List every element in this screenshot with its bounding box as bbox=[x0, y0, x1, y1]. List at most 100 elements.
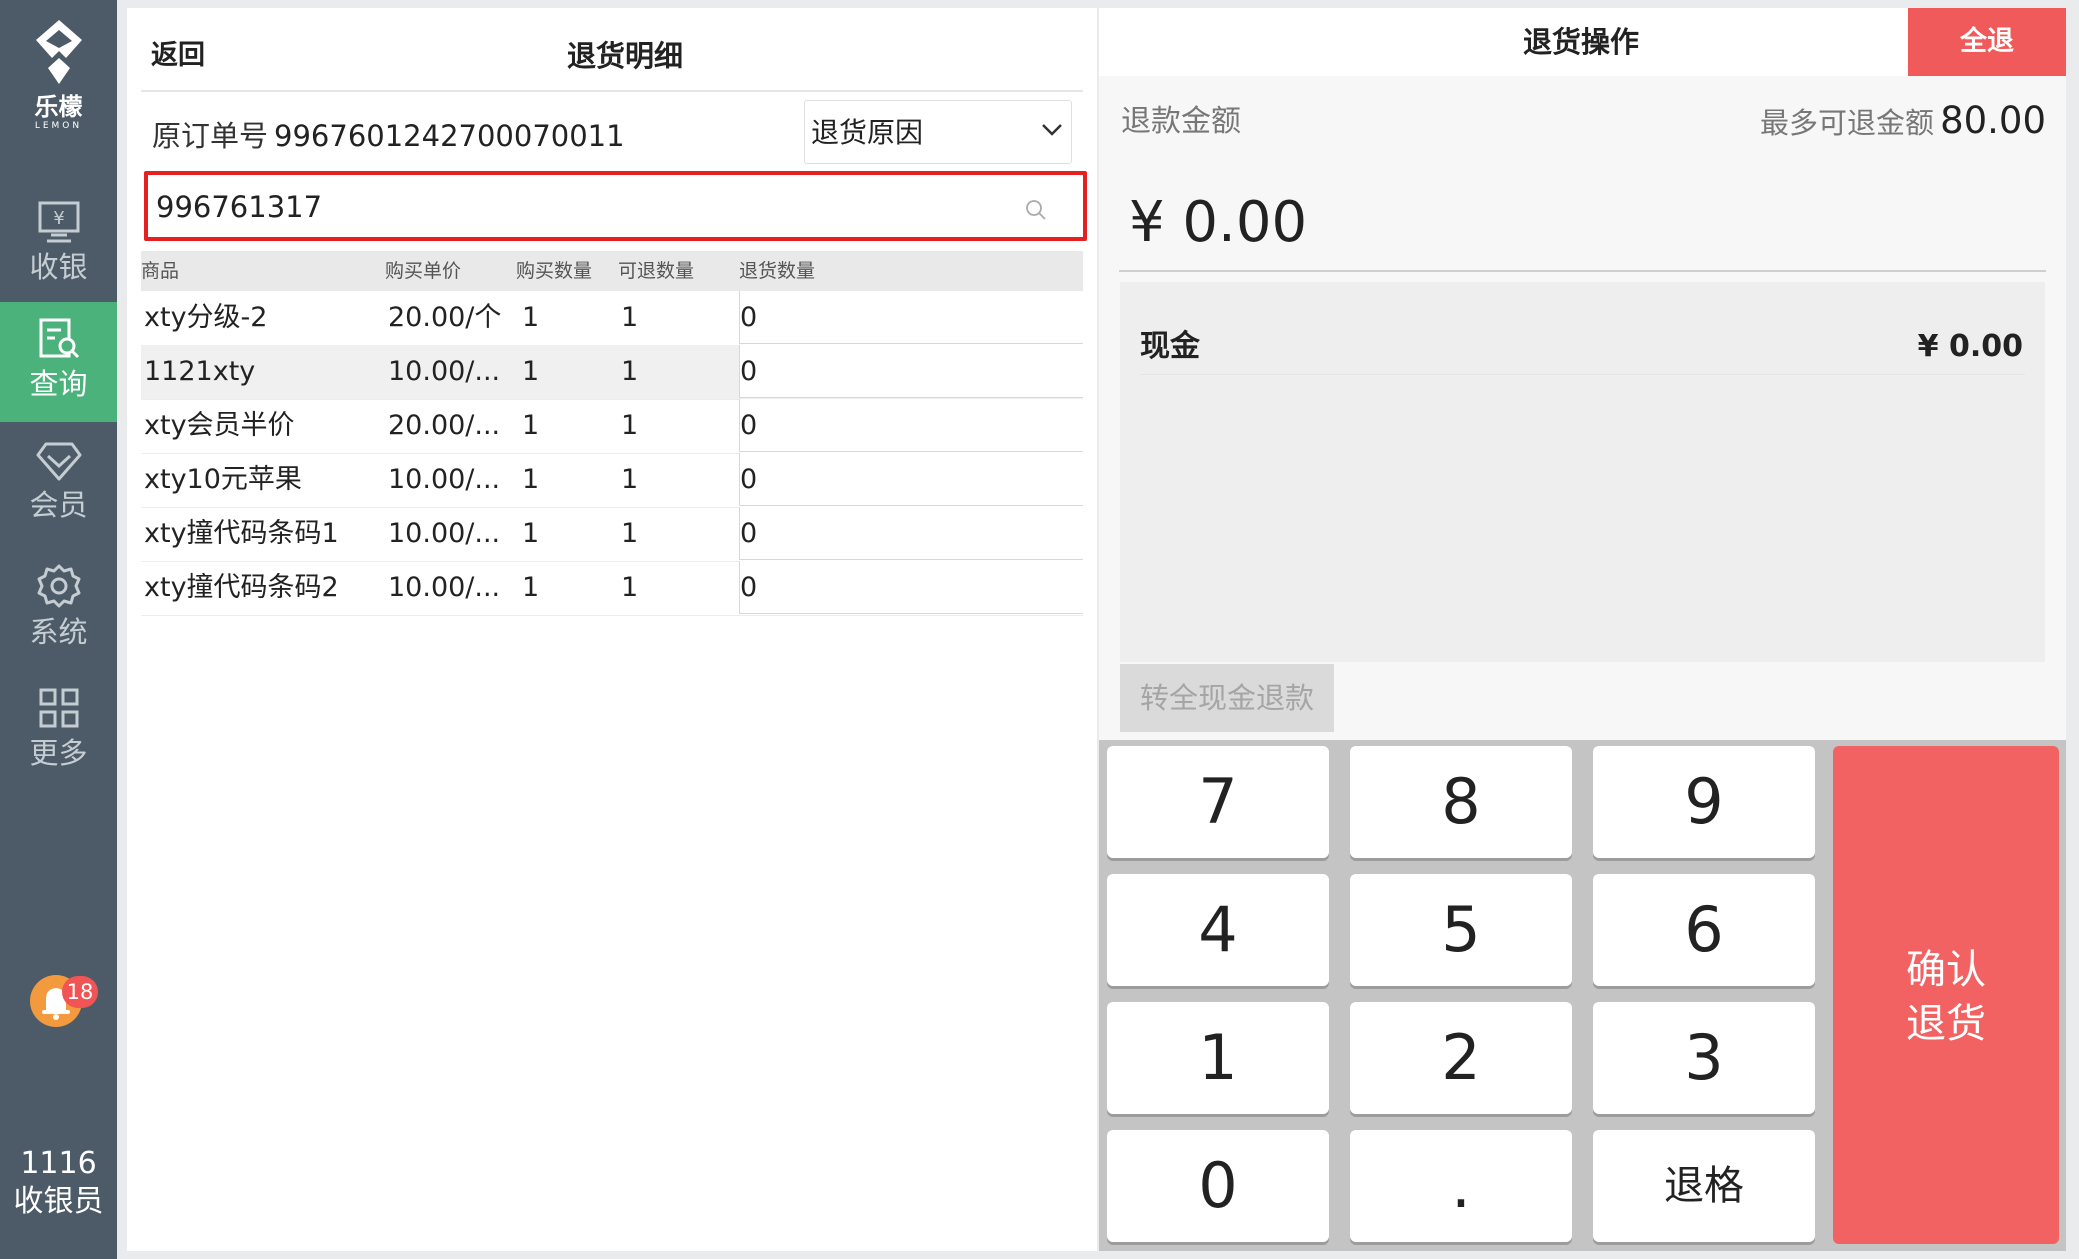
return-qty-value: 0 bbox=[740, 410, 758, 441]
column-header: 退货数量 bbox=[739, 260, 816, 282]
return-reason-select[interactable]: 退货原因 bbox=[804, 100, 1072, 164]
backspace-button[interactable]: 退格 bbox=[1593, 1130, 1815, 1242]
key-5[interactable]: 5 bbox=[1350, 874, 1572, 986]
sidebar-item-label: 查询 bbox=[29, 367, 88, 401]
search-icon[interactable] bbox=[1025, 199, 1047, 221]
bought-qty: 1 bbox=[522, 410, 540, 441]
detail-header: 返回 退货明细 bbox=[141, 22, 1083, 92]
returnable-qty: 1 bbox=[621, 356, 639, 387]
sidebar-item-query[interactable]: 查询 bbox=[0, 302, 117, 422]
original-order: 原订单号 9967601242700070011 bbox=[152, 116, 625, 156]
operation-header: 退货操作 全退 bbox=[1099, 8, 2066, 76]
sidebar-item-cashier[interactable]: ¥ 收银 bbox=[0, 185, 117, 305]
table-row[interactable]: xty10元苹果 10.00/... 1 1 0 bbox=[141, 453, 1083, 508]
sidebar-item-system[interactable]: 系统 bbox=[0, 548, 117, 668]
column-header: 可退数量 bbox=[618, 260, 695, 282]
confirm-label-line2: 退货 bbox=[1906, 1001, 1986, 1047]
key-6[interactable]: 6 bbox=[1593, 874, 1815, 986]
unit-price: 20.00/个 bbox=[388, 302, 502, 333]
key-9[interactable]: 9 bbox=[1593, 746, 1815, 858]
return-qty-value: 0 bbox=[740, 464, 758, 495]
payment-methods-list: 现金 ¥ 0.00 bbox=[1120, 282, 2045, 662]
notification-badge: 18 bbox=[62, 976, 98, 1008]
brand-logo: 乐檬 LEMON bbox=[0, 18, 117, 132]
column-header: 购买单价 bbox=[385, 260, 462, 282]
return-qty-input[interactable]: 0 bbox=[739, 453, 1083, 506]
table-row[interactable]: xty撞代码条码1 10.00/... 1 1 0 bbox=[141, 507, 1083, 562]
sidebar-item-label: 系统 bbox=[29, 615, 88, 649]
divider bbox=[1119, 270, 2046, 272]
bought-qty: 1 bbox=[522, 572, 540, 603]
key-0[interactable]: 0 bbox=[1107, 1130, 1329, 1242]
returnable-qty: 1 bbox=[621, 518, 639, 549]
cashier-id: 1116 bbox=[20, 1146, 97, 1181]
key-1[interactable]: 1 bbox=[1107, 1002, 1329, 1114]
operation-title: 退货操作 bbox=[1523, 25, 1640, 59]
confirm-label-line1: 确认 bbox=[1906, 947, 1986, 993]
product-name: xty分级-2 bbox=[144, 302, 268, 333]
return-qty-value: 0 bbox=[740, 356, 758, 387]
sidebar-item-member[interactable]: 会员 bbox=[0, 425, 117, 545]
cash-method-label: 现金 bbox=[1140, 329, 1200, 364]
returnable-qty: 1 bbox=[621, 464, 639, 495]
cash-register-icon: ¥ bbox=[38, 201, 79, 243]
key-decimal[interactable]: . bbox=[1350, 1130, 1572, 1242]
unit-price: 10.00/... bbox=[388, 464, 501, 495]
return-all-button[interactable]: 全退 bbox=[1908, 8, 2066, 76]
return-qty-input[interactable]: 0 bbox=[739, 399, 1083, 452]
gear-icon bbox=[37, 564, 80, 608]
max-refund-label: 最多可退金额 bbox=[1760, 106, 1935, 140]
table-header: 商品 购买单价 购买数量 可退数量 退货数量 bbox=[141, 251, 1083, 291]
back-button[interactable]: 返回 bbox=[151, 36, 205, 76]
numeric-keypad: 7 8 9 4 5 6 1 2 3 0 . 退格 确认 退货 bbox=[1099, 740, 2066, 1251]
key-8[interactable]: 8 bbox=[1350, 746, 1572, 858]
unit-price: 10.00/... bbox=[388, 356, 501, 387]
bought-qty: 1 bbox=[522, 518, 540, 549]
brand-subtitle: LEMON bbox=[34, 121, 83, 131]
cash-method-amount: ¥ 0.00 bbox=[1917, 329, 2023, 364]
return-detail-panel: 返回 退货明细 原订单号 9967601242700070011 退货原因 996… bbox=[127, 8, 1097, 1251]
return-qty-input[interactable]: 0 bbox=[739, 291, 1083, 344]
max-refund: 最多可退金额 80.00 bbox=[1760, 100, 2046, 144]
returnable-qty: 1 bbox=[621, 572, 639, 603]
sidebar-item-label: 会员 bbox=[29, 488, 88, 522]
return-qty-input[interactable]: 0 bbox=[739, 507, 1083, 560]
table-row[interactable]: 1121xty 10.00/... 1 1 0 bbox=[141, 345, 1083, 400]
product-name: xty会员半价 bbox=[144, 410, 295, 441]
search-value: 996761317 bbox=[156, 190, 323, 224]
key-4[interactable]: 4 bbox=[1107, 874, 1329, 986]
key-3[interactable]: 3 bbox=[1593, 1002, 1815, 1114]
column-header: 商品 bbox=[141, 260, 180, 282]
table-row[interactable]: xty分级-2 20.00/个 1 1 0 bbox=[141, 291, 1083, 346]
return-qty-input[interactable]: 0 bbox=[739, 345, 1083, 398]
product-name: 1121xty bbox=[144, 356, 256, 387]
key-2[interactable]: 2 bbox=[1350, 1002, 1572, 1114]
order-number: 9967601242700070011 bbox=[274, 119, 625, 153]
unit-price: 10.00/... bbox=[388, 572, 501, 603]
return-operation-panel: 退货操作 全退 退款金额 最多可退金额 80.00 ¥ 0.00 现金 ¥ 0.0… bbox=[1099, 8, 2066, 1251]
key-7[interactable]: 7 bbox=[1107, 746, 1329, 858]
sidebar: 乐檬 LEMON ¥ 收银 查询 会员 系统 更多 18 1116 收银员 bbox=[0, 0, 117, 1259]
refund-amount-input[interactable]: ¥ 0.00 bbox=[1129, 188, 1307, 258]
brand-name: 乐檬 bbox=[34, 93, 83, 121]
diamond-icon bbox=[36, 442, 81, 481]
return-qty-value: 0 bbox=[740, 302, 758, 333]
product-name: xty撞代码条码2 bbox=[144, 572, 339, 603]
return-qty-input[interactable]: 0 bbox=[739, 561, 1083, 614]
lemon-logo-icon bbox=[35, 20, 82, 84]
sidebar-item-more[interactable]: 更多 bbox=[0, 671, 117, 791]
returnable-qty: 1 bbox=[621, 302, 639, 333]
table-row[interactable]: xty会员半价 20.00/... 1 1 0 bbox=[141, 399, 1083, 454]
column-header: 购买数量 bbox=[516, 260, 593, 282]
barcode-search-input[interactable]: 996761317 bbox=[144, 171, 1087, 241]
svg-text:¥: ¥ bbox=[53, 208, 64, 229]
grid-icon bbox=[39, 688, 78, 728]
bought-qty: 1 bbox=[522, 302, 540, 333]
returnable-qty: 1 bbox=[621, 410, 639, 441]
convert-to-cash-button[interactable]: 转全现金退款 bbox=[1120, 664, 1334, 732]
chevron-down-icon bbox=[1042, 124, 1062, 136]
refund-amount-label: 退款金额 bbox=[1121, 104, 1241, 139]
confirm-return-button[interactable]: 确认 退货 bbox=[1833, 746, 2059, 1244]
table-row[interactable]: xty撞代码条码2 10.00/... 1 1 0 bbox=[141, 561, 1083, 616]
return-qty-value: 0 bbox=[740, 572, 758, 603]
